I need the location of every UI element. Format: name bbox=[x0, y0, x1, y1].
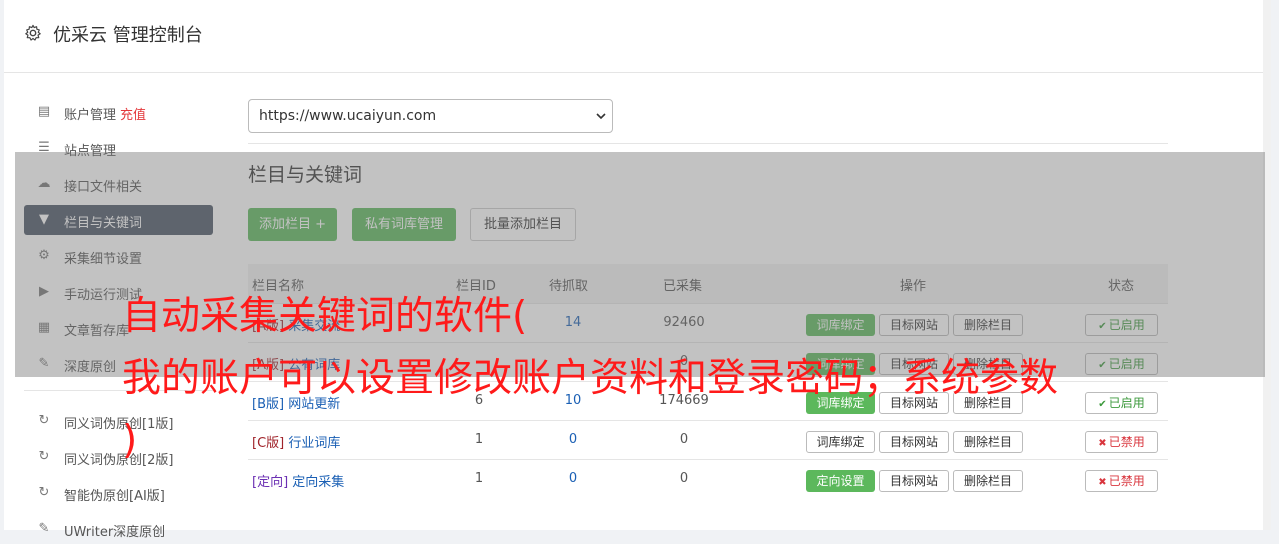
refresh-icon: ↻ bbox=[38, 449, 50, 464]
edit-icon: ✎ bbox=[38, 521, 50, 536]
column-name: 行业词库 bbox=[288, 436, 341, 451]
overlay-text-line2: 我的账户可以设置修改账户资料和登录密码；系统参数 bbox=[122, 356, 1059, 401]
table-row: [定向] 定向采集 1 0 0 定向设置 目标网站 删除栏目 ✖ 已禁用 bbox=[248, 459, 1168, 498]
status-toggle[interactable]: ✔ 已启用 bbox=[1085, 392, 1158, 414]
status-toggle[interactable]: ✖ 已禁用 bbox=[1085, 470, 1158, 492]
table-row: [C版] 行业词库 1 0 0 词库绑定 目标网站 删除栏目 ✖ 已禁用 bbox=[248, 420, 1168, 459]
column-name: 定向采集 bbox=[292, 475, 345, 490]
lexicon-bind-button[interactable]: 词库绑定 bbox=[806, 431, 875, 453]
column-name-cell[interactable]: [C版] 行业词库 bbox=[252, 432, 340, 451]
status-toggle[interactable]: ✖ 已禁用 bbox=[1085, 431, 1158, 453]
column-id: 1 bbox=[474, 432, 484, 447]
sidebar-item-label: 同义词伪原创[1版] bbox=[64, 417, 174, 432]
site-select-value: https://www.ucaiyun.com bbox=[259, 108, 437, 124]
collected-count: 0 bbox=[679, 432, 689, 447]
header-bar: 优采云 管理控制台 bbox=[4, 0, 1271, 73]
status-label: 已禁用 bbox=[1108, 474, 1145, 488]
collected-count: 0 bbox=[679, 471, 689, 486]
chevron-down-icon bbox=[596, 113, 606, 120]
status-label: 已禁用 bbox=[1108, 435, 1145, 449]
pending-count[interactable]: 0 bbox=[564, 471, 582, 486]
overlay-text-line1: 自动采集关键词的软件( bbox=[122, 294, 528, 339]
refresh-icon: ↻ bbox=[38, 413, 50, 428]
delete-column-button[interactable]: 删除栏目 bbox=[953, 431, 1023, 453]
page-title: 优采云 管理控制台 bbox=[53, 25, 203, 46]
sidebar-item-account[interactable]: ▤ 账户管理 充值 bbox=[24, 97, 213, 127]
column-name-cell[interactable]: [定向] 定向采集 bbox=[252, 471, 344, 490]
delete-column-button[interactable]: 删除栏目 bbox=[953, 470, 1023, 492]
target-site-button[interactable]: 目标网站 bbox=[879, 470, 949, 492]
lexicon-bind-button[interactable]: 定向设置 bbox=[806, 470, 875, 492]
bar-chart-icon: ▤ bbox=[37, 104, 51, 119]
gear-icon bbox=[25, 24, 41, 41]
check-icon: ✔ bbox=[1098, 399, 1107, 410]
version-tag: [C版] bbox=[252, 436, 285, 451]
sidebar-item-label: 同义词伪原创[2版] bbox=[64, 453, 174, 468]
overlay-banner bbox=[15, 152, 1265, 377]
site-select[interactable]: https://www.ucaiyun.com bbox=[248, 99, 613, 133]
version-tag: [定向] bbox=[252, 475, 289, 490]
overlay-text-line3: ) bbox=[122, 418, 138, 463]
divider bbox=[248, 143, 1168, 144]
recharge-link[interactable]: 充值 bbox=[120, 108, 146, 123]
sidebar-item-ai-rewrite[interactable]: ↻ 智能伪原创[AI版] bbox=[24, 478, 213, 508]
status-label: 已启用 bbox=[1108, 396, 1145, 410]
sidebar-item-label: 账户管理 bbox=[64, 108, 117, 123]
column-id: 1 bbox=[474, 471, 484, 486]
sidebar-item-synonym-v2[interactable]: ↻ 同义词伪原创[2版] bbox=[24, 442, 213, 472]
pending-count[interactable]: 0 bbox=[564, 432, 582, 447]
x-icon: ✖ bbox=[1098, 477, 1107, 488]
target-site-button[interactable]: 目标网站 bbox=[879, 431, 949, 453]
refresh-icon: ↻ bbox=[38, 485, 50, 500]
sidebar-item-label: UWriter深度原创 bbox=[64, 525, 166, 540]
x-icon: ✖ bbox=[1098, 438, 1107, 449]
sidebar-item-synonym-v1[interactable]: ↻ 同义词伪原创[1版] bbox=[24, 406, 213, 436]
sidebar-item-label: 智能伪原创[AI版] bbox=[64, 489, 165, 504]
sidebar-item-uwriter[interactable]: ✎ UWriter深度原创 bbox=[24, 514, 213, 544]
